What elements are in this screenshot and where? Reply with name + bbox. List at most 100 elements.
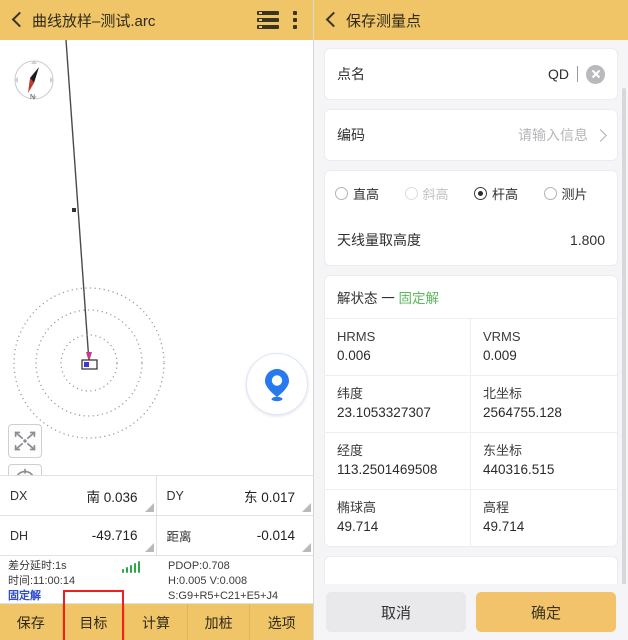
antenna-height-row[interactable]: 天线量取高度 1.800 — [325, 215, 617, 265]
measurement-value: 440316.515 — [483, 462, 555, 477]
measurement-key: 椭球高 — [337, 500, 377, 515]
height-mode-card: 直高 斜高 杆高 测片 天线量取高度 1.800 — [324, 170, 618, 266]
measurement-key: 北坐标 — [483, 386, 523, 401]
list-menu-icon[interactable] — [257, 11, 279, 29]
delta-value: 东 0.017 — [243, 489, 295, 505]
point-name-label: 点名 — [337, 66, 365, 82]
delta-cell-distance[interactable]: 距离 -0.014 — [156, 516, 313, 556]
radio-pole-height[interactable]: 杆高 — [474, 184, 538, 203]
measurement-cell-latitude: 纬度 23.1053327307 — [325, 376, 471, 433]
measurement-key: 东坐标 — [483, 443, 523, 458]
pdop-text: PDOP:0.708 — [168, 560, 230, 572]
measurement-key: HRMS — [337, 329, 376, 344]
measurement-cell-longitude: 经度 113.2501469508 — [325, 433, 471, 490]
status-left-column: 差分延时:1s 时间:11:00:14 固定解 — [8, 559, 168, 603]
radio-vertical-height[interactable]: 直高 — [335, 184, 399, 203]
delta-label: DH — [10, 528, 29, 543]
resize-corner-icon — [144, 543, 154, 552]
dialog-footer: 取消 确定 — [314, 584, 628, 640]
delta-label: DY — [166, 488, 184, 503]
solution-status-text: 固定解 — [8, 590, 41, 602]
satellites-text: S:G9+R5+C21+E5+J4 — [168, 590, 279, 602]
measurement-cell-northing: 北坐标 2564755.128 — [471, 376, 617, 433]
toolbar-add-stake-button[interactable]: 加桩 — [187, 604, 251, 640]
toolbar-target-button[interactable]: 目标 — [62, 590, 126, 640]
time-text: 时间:11:00:14 — [8, 575, 76, 587]
radio-dot-icon — [404, 186, 418, 200]
svg-text:N: N — [30, 94, 35, 101]
measurement-key: 纬度 — [337, 386, 364, 401]
gnss-status-bar: 差分延时:1s 时间:11:00:14 固定解 PDOP:0.708 H:0.0… — [0, 556, 313, 604]
code-card: 编码 请输入信息 — [324, 109, 618, 161]
measurement-key: 高程 — [483, 500, 510, 515]
save-point-form: 点名 QD 编码 请输入信息 直高 斜高 杆高 测片 天线量取高度 1.800 … — [314, 40, 628, 596]
resize-corner-icon — [302, 503, 311, 512]
clear-circle-icon[interactable] — [586, 64, 605, 84]
radio-label: 测片 — [561, 186, 588, 202]
measurement-value: 0.009 — [483, 348, 517, 363]
toolbar-options-button[interactable]: 选项 — [250, 604, 313, 640]
measurement-cell-easting: 东坐标 440316.515 — [471, 433, 617, 490]
left-header-bar: 曲线放样–测试.arc — [0, 0, 313, 40]
measurement-value: 49.714 — [337, 519, 379, 534]
measurement-cell-vrms: VRMS 0.009 — [471, 319, 617, 376]
hv-precision-text: H:0.005 V:0.008 — [168, 575, 248, 587]
delta-cell-dh[interactable]: DH -49.716 — [0, 516, 157, 556]
resize-corner-icon — [302, 543, 311, 552]
delta-value: 南 0.036 — [86, 489, 138, 505]
back-chevron-icon[interactable] — [324, 13, 338, 27]
point-name-row[interactable]: 点名 QD — [325, 49, 617, 99]
solution-status-badge: 固定解 — [398, 291, 440, 306]
radio-dot-icon — [543, 186, 557, 200]
measurement-value: 23.1053327307 — [337, 405, 431, 420]
chevron-right-icon[interactable] — [594, 128, 607, 142]
cancel-button[interactable]: 取消 — [326, 592, 466, 632]
radio-slant-height[interactable]: 斜高 — [404, 184, 469, 203]
measurement-key: VRMS — [483, 329, 521, 344]
measurement-cell-hrms: HRMS 0.006 — [325, 319, 471, 376]
center-target-icon[interactable] — [8, 464, 42, 475]
antenna-height-value[interactable]: 1.800 — [570, 232, 605, 248]
radio-measure-plate[interactable]: 测片 — [543, 184, 608, 203]
antenna-height-label: 天线量取高度 — [337, 232, 421, 248]
toolbar-save-button[interactable]: 保存 — [0, 604, 63, 640]
right-header-bar: 保存测量点 — [314, 0, 628, 40]
height-mode-radio-group: 直高 斜高 杆高 测片 — [325, 171, 617, 215]
more-vertical-icon[interactable] — [293, 11, 297, 29]
measurement-value: 113.2501469508 — [337, 462, 438, 477]
fit-to-screen-icon[interactable] — [8, 424, 42, 458]
solution-status-row: 解状态 一 固定解 — [325, 276, 617, 319]
compass-rose-icon: N — [14, 60, 54, 101]
delta-readouts: DX 南 0.036 DY 东 0.017 DH -49.716 距离 -0.0… — [0, 475, 313, 556]
delta-cell-dx[interactable]: DX 南 0.036 — [0, 476, 157, 516]
code-placeholder[interactable]: 请输入信息 — [518, 125, 588, 145]
back-chevron-icon[interactable] — [10, 13, 24, 27]
signal-bars-icon — [121, 561, 140, 573]
page-title: 曲线放样–测试.arc — [32, 12, 156, 30]
radio-label: 斜高 — [422, 186, 449, 202]
measurement-grid: HRMS 0.006 VRMS 0.009 纬度 23.1053327307 北… — [325, 319, 617, 546]
code-row[interactable]: 编码 请输入信息 — [325, 110, 617, 160]
save-point-panel: 保存测量点 点名 QD 编码 请输入信息 直高 斜高 杆高 测片 天线量取高度 … — [314, 0, 628, 640]
confirm-button[interactable]: 确定 — [476, 592, 616, 632]
toolbar-calculate-button[interactable]: 计算 — [125, 604, 188, 640]
app-screen: 曲线放样–测试.arc N DX 南 0.036 DY 东 0.017 DH -… — [0, 0, 628, 640]
point-name-input[interactable]: QD — [548, 66, 569, 82]
stakeout-panel: 曲线放样–测试.arc N DX 南 0.036 DY 东 0.017 DH -… — [0, 0, 314, 640]
vertical-scrollbar[interactable] — [622, 88, 626, 588]
code-label: 编码 — [337, 127, 365, 143]
radio-dot-icon — [474, 186, 487, 200]
location-pin-icon[interactable] — [246, 353, 308, 415]
measurement-key: 经度 — [337, 443, 364, 458]
resize-corner-icon — [144, 503, 154, 512]
measurement-cell-elevation: 高程 49.714 — [471, 490, 617, 546]
text-caret — [577, 66, 578, 82]
stakeout-map[interactable]: N 0.47 m — [0, 40, 313, 475]
delta-cell-dy[interactable]: DY 东 0.017 — [156, 476, 313, 516]
delta-value: -0.014 — [256, 528, 295, 543]
bottom-toolbar: 保存 目标 计算 加桩 选项 — [0, 590, 313, 640]
measurement-value: 2564755.128 — [483, 405, 562, 420]
solution-card: 解状态 一 固定解 HRMS 0.006 VRMS 0.009 纬度 23.10… — [324, 275, 618, 547]
point-name-card: 点名 QD — [324, 48, 618, 100]
measurement-value: 0.006 — [337, 348, 371, 363]
